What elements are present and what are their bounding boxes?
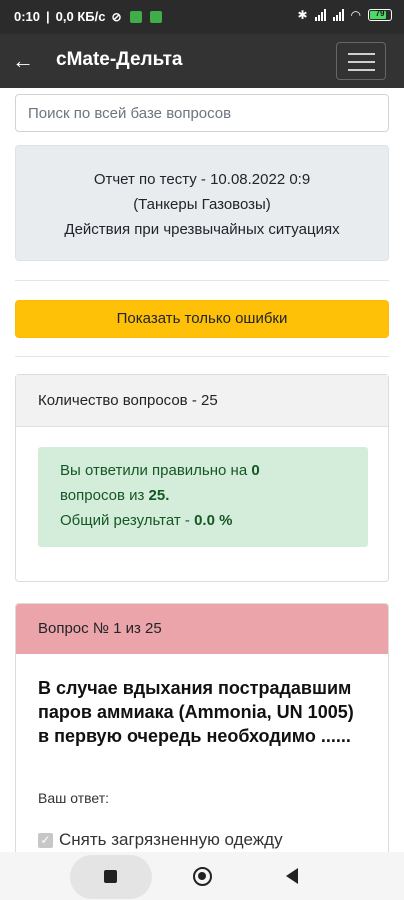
correct-count: 0 — [251, 462, 260, 479]
show-errors-button[interactable]: Показать только ошибки — [15, 300, 389, 338]
back-triangle-icon[interactable] — [286, 868, 298, 884]
result-text: вопросов из — [60, 487, 145, 504]
wifi-slash-icon: ⊘ — [111, 9, 122, 24]
question-header: Вопрос № 1 из 25 — [16, 604, 388, 654]
signal-icon — [314, 9, 326, 21]
report-topic: Действия при чрезвычайных ситуациях — [64, 221, 340, 238]
result-alert: Вы ответили правильно на 0 вопросов из 2… — [38, 447, 368, 547]
battery-icon: 79 — [368, 9, 392, 21]
question-text: В случае вдыхания пострадавшим паров амм… — [38, 678, 354, 746]
result-percent: 0.0 % — [194, 512, 233, 529]
report-card: Отчет по тесту - 10.08.2022 0:9 (Танкеры… — [15, 145, 389, 261]
divider — [15, 280, 389, 281]
report-category: (Танкеры Газовозы) — [133, 196, 271, 213]
result-text: Вы ответили правильно на — [60, 462, 248, 479]
checkbox-checked-icon: ✓ — [38, 832, 53, 848]
summary-card: Количество вопросов - 25 Вы ответили пра… — [15, 374, 389, 582]
system-nav-bar — [0, 852, 404, 900]
hamburger-menu-icon[interactable] — [336, 42, 386, 80]
your-answer-label: Ваш ответ: — [38, 790, 110, 806]
answer-option-label: Снять загрязненную одежду — [59, 830, 283, 849]
main-content: Отчет по тесту - 10.08.2022 0:9 (Танкеры… — [0, 88, 404, 852]
status-right: ✱ ◠ 79 — [297, 8, 392, 22]
app-notification-icon — [149, 10, 162, 23]
signal-icon — [332, 9, 344, 21]
report-title: Отчет по тесту - 10.08.2022 0:9 — [93, 171, 311, 188]
answer-option: ✓ Снять загрязненную одежду — [38, 830, 283, 850]
home-circle-icon[interactable] — [193, 867, 212, 886]
bluetooth-icon: ✱ — [297, 8, 308, 22]
question-card: Вопрос № 1 из 25 В случае вдыхания постр… — [15, 603, 389, 852]
app-notification-icon — [129, 10, 142, 23]
battery-level: 79 — [375, 9, 385, 18]
divider — [15, 356, 389, 357]
recents-square-icon[interactable] — [104, 870, 117, 883]
search-input[interactable] — [15, 94, 389, 132]
status-network-speed: 0,0 КБ/с — [55, 9, 106, 24]
arrow-left-icon[interactable]: ← — [12, 49, 36, 73]
app-bar: ← cMate-Дельта — [0, 34, 404, 88]
app-title: cMate-Дельта — [56, 49, 183, 70]
wifi-icon: ◠ — [350, 8, 361, 22]
total-count: 25. — [148, 487, 170, 504]
status-time: 0:10 — [14, 9, 41, 24]
result-text: Общий результат - — [60, 512, 190, 529]
status-bar: 0:10 | 0,0 КБ/с ⊘ ✱ ◠ 79 — [0, 0, 404, 34]
status-left: 0:10 | 0,0 КБ/с ⊘ — [14, 9, 162, 24]
question-count: Количество вопросов - 25 — [16, 375, 388, 427]
